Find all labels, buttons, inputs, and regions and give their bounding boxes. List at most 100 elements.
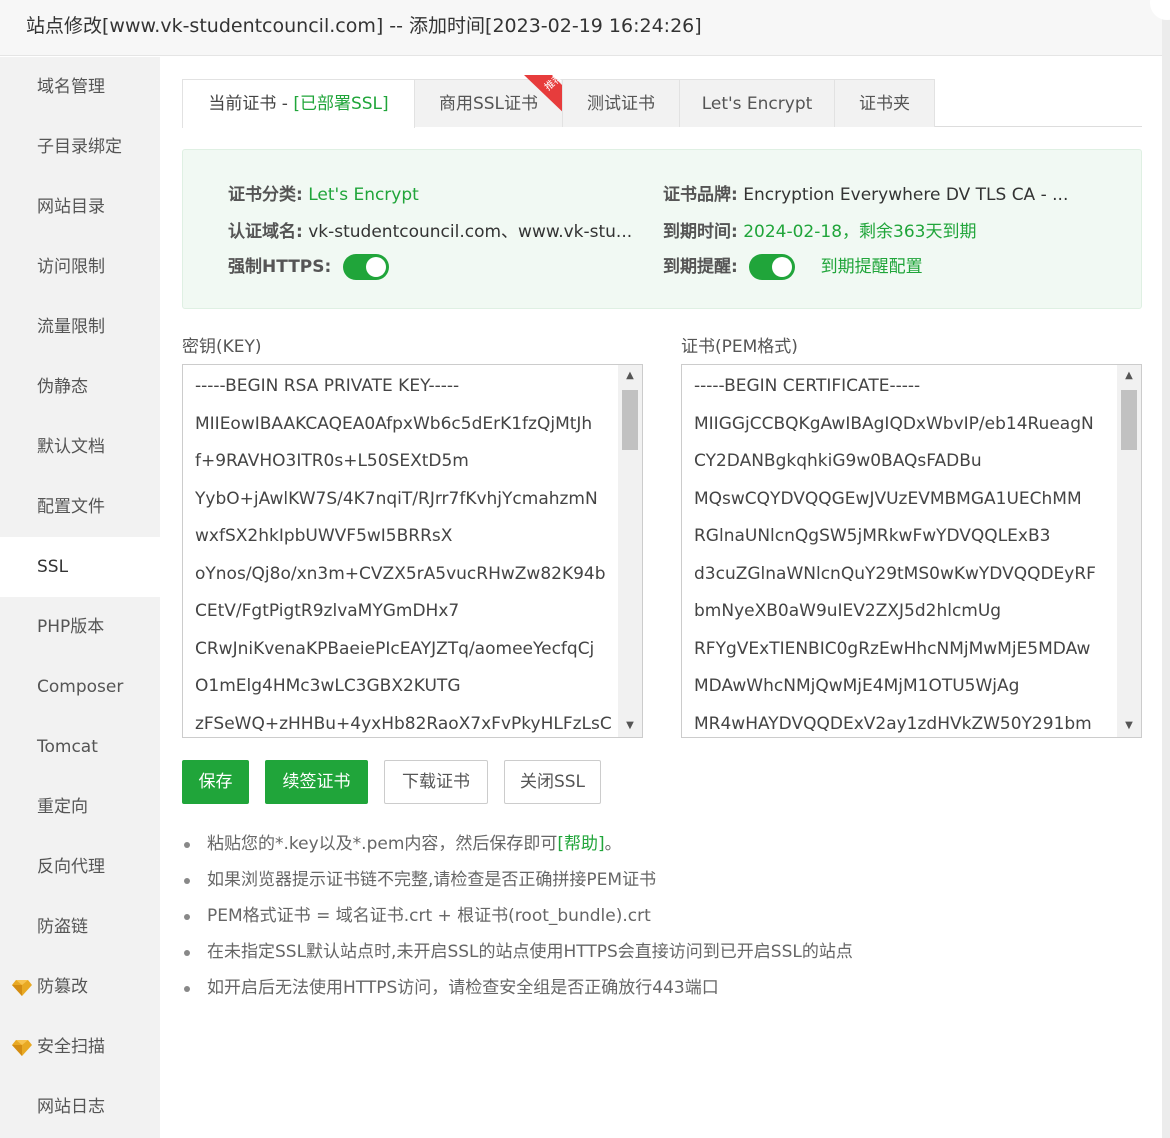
sidebar-item-label: 防盗链 (37, 917, 88, 937)
cert-line: MQswCQYDVQQGEwJVUzEVMBMGA1UEChMM (694, 488, 1082, 509)
sidebar-item-label: Composer (37, 677, 124, 697)
sidebar-item-label: 访问限制 (37, 257, 105, 277)
help-link[interactable]: [帮助] (557, 834, 604, 854)
key-scrollbar[interactable]: ▲ ▼ (618, 365, 642, 737)
sidebar-item-ssl[interactable]: SSL (0, 537, 160, 597)
scroll-up-icon[interactable]: ▲ (618, 365, 642, 387)
sidebar-item-hotlink[interactable]: 防盗链 (0, 897, 160, 957)
expiry-reminder-toggle[interactable] (749, 254, 796, 280)
tab-label: 证书夹 (859, 94, 910, 114)
tab-cert-folder[interactable]: 证书夹 (834, 79, 935, 127)
diamond-icon (12, 980, 32, 996)
sidebar-item-traffic-limit[interactable]: 流量限制 (0, 297, 160, 357)
tip-text: 如开启后无法使用HTTPS访问，请检查安全组是否正确放行443端口 (207, 978, 719, 998)
key-label: 密钥(KEY) (182, 337, 262, 357)
ssl-deployed-status: [已部署SSL] (293, 94, 389, 114)
sidebar-item-redirect[interactable]: 重定向 (0, 777, 160, 837)
cert-scrollbar[interactable]: ▲ ▼ (1117, 365, 1141, 737)
sidebar-item-reverse-proxy[interactable]: 反向代理 (0, 837, 160, 897)
sidebar-item-label: 防篡改 (37, 977, 88, 997)
close-ssl-button[interactable]: 关闭SSL (504, 760, 601, 804)
diamond-icon (12, 1040, 32, 1056)
sidebar-item-subdir[interactable]: 子目录绑定 (0, 117, 160, 177)
cert-expiry-value: 2024-02-18，剩余363天到期 (743, 222, 977, 242)
tip-item: 粘贴您的*.key以及*.pem内容，然后保存即可[帮助]。 (182, 829, 1142, 865)
tip-text: 在未指定SSL默认站点时,未开启SSL的站点使用HTTPS会直接访问到已开启SS… (207, 942, 853, 962)
key-line: f+9RAVHO3ITR0s+L50SEXtD5m (195, 451, 469, 471)
tip-item: 如开启后无法使用HTTPS访问，请检查安全组是否正确放行443端口 (182, 973, 1142, 1009)
sidebar-item-tomcat[interactable]: Tomcat (0, 717, 160, 777)
tip-item: 如果浏览器提示证书链不完整,请检查是否正确拼接PEM证书 (182, 865, 1142, 901)
sidebar-item-label: 配置文件 (37, 497, 105, 517)
cert-brand-label: 证书品牌: (663, 185, 738, 205)
tab-lets-encrypt[interactable]: Let's Encrypt (679, 79, 835, 127)
key-line: -----BEGIN RSA PRIVATE KEY----- (195, 376, 460, 396)
scroll-thumb[interactable] (1121, 390, 1137, 450)
tab-test-cert[interactable]: 测试证书 (562, 79, 680, 127)
sidebar-item-php-version[interactable]: PHP版本 (0, 597, 160, 657)
tip-item: PEM格式证书 = 域名证书.crt + 根证书(root_bundle).cr… (182, 901, 1142, 937)
tab-label: Let's Encrypt (701, 94, 813, 114)
key-line: CEtV/FgtPigtR9zlvaMYGmDHx7 (195, 601, 460, 621)
sidebar-item-default-doc[interactable]: 默认文档 (0, 417, 160, 477)
cert-line: bmNyeXB0aW9uIEV2ZXJ5d2hlcmUg (694, 601, 1002, 621)
key-line: zFSeWQ+zHHBu+4yxHb82RaoX7xFvPkyHLFzLsC (195, 713, 612, 734)
private-key-textarea[interactable]: -----BEGIN RSA PRIVATE KEY----- MIIEowIB… (182, 364, 643, 738)
sidebar-item-site-dir[interactable]: 网站目录 (0, 177, 160, 237)
expiry-reminder-config-link[interactable]: 到期提醒配置 (821, 257, 923, 277)
tips-list: 粘贴您的*.key以及*.pem内容，然后保存即可[帮助]。 如果浏览器提示证书… (182, 829, 1142, 1009)
force-https-toggle[interactable] (342, 254, 389, 280)
key-line: wxfSX2hkIpbUWVF5wI5BRRsX (195, 526, 453, 546)
sidebar-item-label: 域名管理 (37, 77, 105, 97)
scroll-thumb[interactable] (622, 390, 638, 450)
ssl-tabs: 当前证书 - [已部署SSL] 商用SSL证书 推荐 测试证书 Let's En… (182, 75, 1142, 128)
tip-text: 粘贴您的*.key以及*.pem内容，然后保存即可 (207, 834, 558, 854)
cert-domains-label: 认证域名: (228, 222, 303, 242)
sidebar-item-label: 安全扫描 (37, 1037, 105, 1057)
site-edit-dialog: 站点修改[www.vk-studentcouncil.com] -- 添加时间[… (0, 0, 1162, 1138)
tab-current-cert[interactable]: 当前证书 - [已部署SSL] (182, 79, 415, 128)
scroll-down-icon[interactable]: ▼ (1117, 715, 1141, 737)
save-button[interactable]: 保存 (182, 760, 249, 804)
sidebar-item-label: 伪静态 (37, 377, 88, 397)
key-line: MIIEowIBAAKCAQEA0AfpxWb6c5dErK1fzQjMtJh (195, 413, 593, 434)
sidebar-item-site-log[interactable]: 网站日志 (0, 1077, 160, 1137)
sidebar-item-tamper-proof[interactable]: 防篡改 (0, 957, 160, 1017)
expiry-reminder: 到期提醒: 到期提醒配置 (663, 252, 923, 280)
certificate-textarea[interactable]: -----BEGIN CERTIFICATE----- MIIGGjCCBQKg… (681, 364, 1142, 738)
background-strip (1162, 0, 1170, 1138)
tab-label: 测试证书 (587, 94, 655, 114)
cert-label: 证书(PEM格式) (681, 337, 798, 357)
sidebar-item-config-file[interactable]: 配置文件 (0, 477, 160, 537)
key-line: oYnos/Qj8o/xn3m+CVZX5rA5vucRHwZw82K94b (195, 563, 606, 584)
tip-text: 如果浏览器提示证书链不完整,请检查是否正确拼接PEM证书 (207, 870, 657, 890)
cert-line: MR4wHAYDVQQDExV2ay1zdHVkZW50Y291bm (694, 713, 1092, 734)
download-cert-button[interactable]: 下载证书 (384, 760, 488, 804)
cert-category-label: 证书分类: (228, 185, 303, 205)
scroll-up-icon[interactable]: ▲ (1117, 365, 1141, 387)
sidebar-item-label: 网站目录 (37, 197, 105, 217)
sidebar-item-security-scan[interactable]: 安全扫描 (0, 1017, 160, 1077)
force-https: 强制HTTPS: (228, 252, 389, 280)
sidebar-item-label: PHP版本 (37, 617, 105, 637)
tip-item: 在未指定SSL默认站点时,未开启SSL的站点使用HTTPS会直接访问到已开启SS… (182, 937, 1142, 973)
sidebar-item-domain[interactable]: 域名管理 (0, 57, 160, 117)
cert-brand-value: Encryption Everywhere DV TLS CA - ... (743, 185, 1069, 205)
sidebar-item-access-limit[interactable]: 访问限制 (0, 237, 160, 297)
sidebar-item-label: 反向代理 (37, 857, 105, 877)
sidebar-item-label: SSL (37, 557, 69, 577)
scroll-down-icon[interactable]: ▼ (618, 715, 642, 737)
sidebar-item-rewrite[interactable]: 伪静态 (0, 357, 160, 417)
dialog-title: 站点修改[www.vk-studentcouncil.com] -- 添加时间[… (0, 0, 1162, 56)
cert-domains-value: vk-studentcouncil.com、www.vk-stu... (308, 222, 633, 242)
sidebar-item-composer[interactable]: Composer (0, 657, 160, 717)
renew-cert-button[interactable]: 续签证书 (265, 760, 368, 804)
key-line: O1mElg4HMc3wLC3GBX2KUTG (195, 676, 461, 696)
sidebar-item-label: 子目录绑定 (37, 137, 122, 157)
tab-label: 当前证书 - (208, 94, 294, 114)
sidebar-item-label: 重定向 (37, 797, 88, 817)
cert-brand: 证书品牌: Encryption Everywhere DV TLS CA - … (663, 180, 1103, 205)
cert-expiry: 到期时间: 2024-02-18，剩余363天到期 (663, 217, 976, 242)
cert-category-value: Let's Encrypt (308, 185, 419, 205)
cert-line: d3cuZGlnaWNlcnQuY29tMS0wKwYDVQQDEyRF (694, 563, 1096, 584)
